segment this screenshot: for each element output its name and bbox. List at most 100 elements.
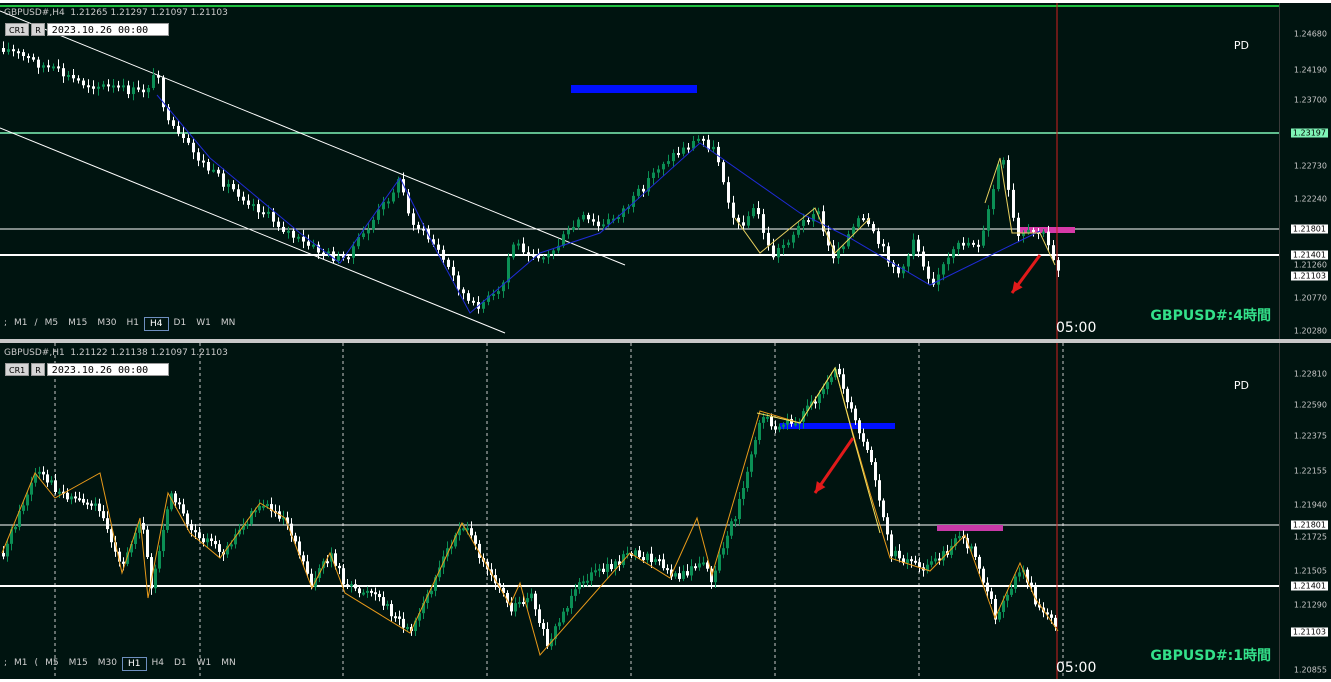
candle-body: [82, 80, 85, 86]
candle-body: [267, 211, 270, 214]
candle-body: [838, 368, 841, 375]
timeframe-m1[interactable]: M1: [9, 317, 33, 331]
candle-body: [142, 89, 145, 93]
candle-body: [890, 534, 893, 557]
candle-body: [326, 561, 329, 564]
timeframe-m1[interactable]: M1: [9, 657, 33, 671]
price-tag: 1.21801: [1290, 520, 1328, 530]
candle-body: [658, 559, 661, 562]
timeframe-m5[interactable]: M5: [40, 317, 64, 331]
price-tag: 1.21801: [1290, 224, 1328, 234]
candle-body: [970, 546, 973, 549]
r-button[interactable]: R: [31, 23, 45, 36]
candle-body: [602, 224, 605, 227]
candle-body: [794, 423, 797, 426]
candle-body: [166, 509, 169, 530]
pd-label: PD: [1233, 379, 1249, 392]
candle-body: [1057, 260, 1060, 271]
date-input[interactable]: 2023.10.26 00:00: [46, 23, 169, 36]
candle-body: [38, 471, 41, 474]
candle-body: [1012, 189, 1015, 218]
candle-body: [352, 246, 355, 258]
timeframe-h1[interactable]: H1: [122, 657, 147, 671]
candle-body: [77, 78, 80, 81]
candle-body: [787, 242, 790, 245]
candle-body: [98, 503, 101, 512]
candle-body: [152, 75, 155, 88]
candle-body: [342, 568, 345, 585]
candle-body: [7, 49, 10, 52]
timeframe-h4[interactable]: H4: [144, 317, 169, 331]
candle-body: [857, 218, 860, 227]
candle-body: [366, 590, 369, 593]
candle-body: [977, 244, 980, 247]
candle-body: [962, 242, 965, 246]
price-tick-label: 1.22730: [1293, 161, 1327, 171]
candle-body: [287, 230, 290, 233]
cr1-button[interactable]: CR1: [5, 363, 30, 376]
h4-chart-controls: CR1 R 2023.10.26 00:00: [5, 23, 169, 36]
candle-body: [766, 416, 769, 419]
timeframe-m30[interactable]: M30: [92, 317, 121, 331]
timeframe-h4[interactable]: H4: [147, 657, 170, 671]
candle-body: [177, 125, 180, 134]
candle-body: [387, 201, 390, 204]
price-axis[interactable]: 1.24680 1.24190 1.23700 1.23197 1.22730 1.222…: [1279, 3, 1331, 339]
candle-body: [132, 87, 135, 95]
h4-price-chart[interactable]: [0, 3, 1280, 339]
candle-body: [307, 241, 310, 246]
candle-body: [78, 498, 81, 501]
date-input[interactable]: 2023.10.26 00:00: [46, 363, 169, 376]
price-axis[interactable]: 1.22810 1.22590 1.22375 1.22155 1.21940 1.218…: [1279, 343, 1331, 679]
candle-body: [986, 582, 989, 592]
candle-body: [934, 558, 937, 562]
timeframe-m15[interactable]: M15: [64, 657, 93, 671]
timeframe-w1[interactable]: W1: [191, 317, 216, 331]
timeframe-m5[interactable]: M5: [40, 657, 64, 671]
h1-chart-panel[interactable]: GBPUSD#,H1 1.21122 1.21138 1.21097 1.211…: [0, 343, 1331, 679]
candle-body: [694, 566, 697, 569]
candle-body: [22, 505, 25, 511]
timeframe-mn[interactable]: MN: [216, 657, 241, 671]
candle-body: [586, 580, 589, 583]
timeframe-m30[interactable]: M30: [93, 657, 122, 671]
price-tick-label: 1.21260: [1293, 260, 1327, 270]
candle-body: [742, 222, 745, 226]
candle-body: [242, 196, 245, 201]
candle-body: [57, 66, 60, 69]
candle-body: [770, 416, 773, 427]
candle-body: [87, 85, 90, 88]
candle-body: [512, 244, 515, 258]
timeframe-m15[interactable]: M15: [63, 317, 92, 331]
candle-body: [897, 266, 900, 274]
candle-body: [542, 623, 545, 629]
h4-chart-panel[interactable]: GBPUSD#,H4 1.21265 1.21297 1.21097 1.211…: [0, 3, 1331, 339]
candle-body: [412, 213, 415, 225]
timeframe-h1[interactable]: H1: [122, 317, 145, 331]
price-tick-label: 1.20855: [1293, 665, 1327, 675]
candle-body: [142, 522, 145, 530]
timeframe-w1[interactable]: W1: [192, 657, 217, 671]
timeframe-d1[interactable]: D1: [169, 657, 192, 671]
candle-body: [514, 603, 517, 612]
candle-body: [417, 224, 420, 229]
candle-body: [874, 462, 877, 481]
timeframe-d1[interactable]: D1: [169, 317, 192, 331]
r-button[interactable]: R: [31, 363, 45, 376]
candle-body: [677, 153, 680, 156]
candle-body: [558, 622, 561, 627]
timeframe-bar: ; M1/M5 M15 M30 H1 H4 D1 W1 MN: [2, 317, 240, 331]
candle-body: [947, 257, 950, 265]
cr1-button[interactable]: CR1: [5, 23, 30, 36]
candle-body: [967, 242, 970, 246]
candle-body: [992, 189, 995, 210]
timeframe-mn[interactable]: MN: [216, 317, 241, 331]
candle-body: [792, 234, 795, 243]
candle-body: [562, 234, 565, 246]
candle-body: [577, 219, 580, 227]
candle-body: [17, 51, 20, 54]
h1-price-chart[interactable]: [0, 343, 1280, 679]
candle-body: [262, 212, 265, 215]
candle-body: [202, 160, 205, 163]
candle-body: [846, 388, 849, 403]
